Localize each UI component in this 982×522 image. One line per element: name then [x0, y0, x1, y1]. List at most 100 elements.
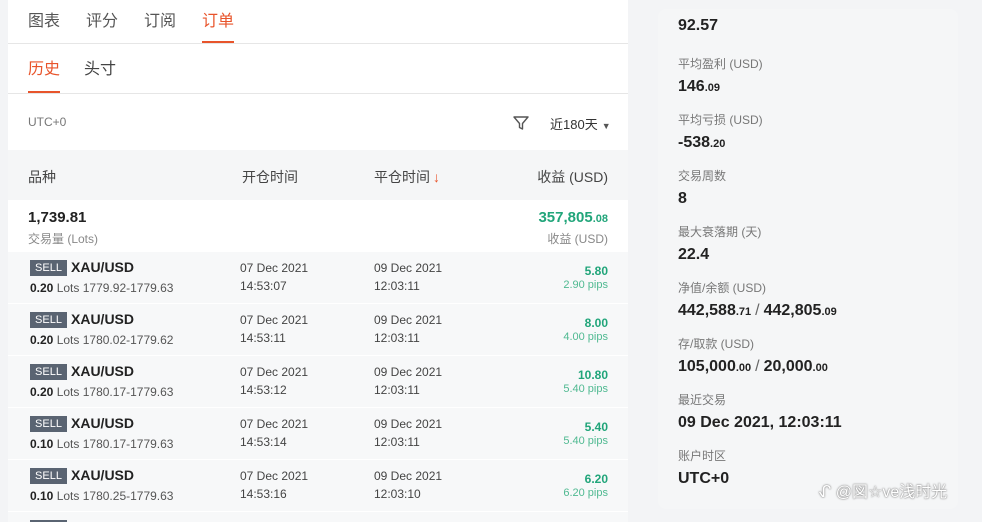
max-drawdown-value: 22.4 — [678, 246, 710, 263]
lots-line: 0.10 Lots 1780.17-1779.63 — [30, 437, 173, 451]
symbol: XAU/USD — [71, 467, 135, 483]
filter-icon[interactable] — [512, 114, 530, 132]
avg-loss-dec: .20 — [710, 138, 726, 150]
pnl: 6.20 — [584, 472, 608, 486]
lots-line: 0.20 Lots 1780.17-1779.63 — [30, 385, 173, 399]
timezone-label: UTC+0 — [28, 115, 67, 129]
table-row[interactable]: SELL XAU/USD 0.20 Lots 1780.02-1779.62 0… — [8, 304, 628, 356]
deposit-withdraw-label: 存/取款 (USD) — [678, 337, 754, 351]
stat-avg-loss: 平均亏损 (USD) -538.20 — [678, 111, 763, 152]
avg-profit-label: 平均盈利 (USD) — [678, 57, 763, 71]
lots-unit: Lots — [56, 333, 80, 347]
pips: 4.00 pips — [563, 331, 608, 343]
top-tab-bar: 图表 评分 订阅 订单 — [8, 0, 628, 44]
sell-badge: SELL — [30, 364, 67, 380]
total-profit-label: 收益 (USD) — [547, 232, 608, 246]
balance-main: 442,805 — [763, 302, 822, 319]
pips: 5.40 pips — [563, 435, 608, 447]
stat-equity-balance: 净值/余额 (USD) 442,588.71/442,805.09 — [678, 279, 837, 320]
close-time: 12:03:11 — [374, 279, 420, 293]
equity-balance-label: 净值/余额 (USD) — [678, 281, 766, 295]
close-time: 12:03:11 — [374, 435, 420, 449]
sell-badge: SELL — [30, 416, 67, 432]
pips: 6.20 pips — [563, 487, 608, 499]
account-tz-value: UTC+0 — [678, 470, 730, 487]
col-profit: 收益 (USD) — [537, 169, 608, 185]
lots-line: 0.20 Lots 1779.92-1779.63 — [30, 281, 173, 295]
lots: 0.10 — [30, 437, 54, 451]
equity-dec: .71 — [735, 306, 752, 318]
total-lots-label: 交易量 (Lots) — [28, 232, 99, 246]
open-time: 14:53:11 — [240, 331, 286, 345]
sort-down-icon: ↓ — [433, 169, 440, 185]
col-close-time-label: 平仓时间 — [374, 169, 430, 185]
col-close-time-sort[interactable]: 平仓时间 ↓ — [374, 167, 440, 187]
lots-unit: Lots — [56, 489, 80, 503]
pnl: 8.00 — [584, 316, 608, 330]
summary-row: 1,739.81 交易量 (Lots) 357,805.08 收益 (USD) — [8, 200, 628, 252]
open-time: 14:53:16 — [240, 487, 287, 501]
total-profit-main: 357,805 — [538, 209, 593, 226]
symbol: XAU/USD — [71, 259, 135, 275]
lots-unit: Lots — [56, 281, 80, 295]
tab-rating[interactable]: 评分 — [86, 7, 118, 43]
open-date: 07 Dec 2021 — [240, 417, 309, 431]
tab-history[interactable]: 历史 — [28, 55, 61, 93]
avg-profit-value: 146.09 — [678, 78, 763, 96]
pnl: 5.80 — [584, 264, 608, 278]
stat-max-drawdown: 最大衰落期 (天) 22.4 — [678, 223, 761, 264]
tab-orders[interactable]: 订单 — [202, 7, 235, 43]
pips: 2.90 pips — [563, 279, 608, 291]
sell-badge: SELL — [30, 468, 67, 484]
price-range: 1779.92-1779.63 — [82, 281, 174, 295]
avg-loss-main: -538 — [678, 134, 711, 151]
avg-profit-main: 146 — [678, 78, 705, 95]
weeks-label: 交易周数 — [678, 169, 727, 183]
close-time: 12:03:11 — [374, 331, 420, 345]
balance-dec: .09 — [821, 306, 837, 318]
table-row[interactable]: SELL XAU/USD 0.20 Lots 1780.17-1779.63 0… — [8, 356, 628, 408]
account-tz-label: 账户时区 — [678, 449, 727, 463]
tab-positions[interactable]: 头寸 — [84, 55, 116, 93]
tab-chart[interactable]: 图表 — [28, 7, 60, 43]
lots-unit: Lots — [56, 437, 80, 451]
pnl: 10.80 — [577, 368, 608, 382]
close-time: 12:03:11 — [374, 383, 420, 397]
symbol: XAU/USD — [71, 311, 135, 327]
table-row-partial[interactable] — [8, 512, 628, 522]
stat-win-rate: 92.57 — [678, 11, 718, 35]
filter-bar: UTC+0 近180天 ▼ — [8, 94, 628, 150]
symbol: XAU/USD — [71, 363, 135, 379]
open-time: 14:53:14 — [240, 435, 287, 449]
deposit-withdraw-value: 105,000.00/20,000.00 — [678, 358, 828, 376]
date-range-label: 近180天 — [550, 117, 598, 132]
open-date: 07 Dec 2021 — [240, 313, 309, 327]
date-range-dropdown[interactable]: 近180天 ▼ — [550, 114, 611, 133]
total-profit-dec: .08 — [592, 213, 608, 225]
table-row[interactable]: SELL XAU/USD 0.10 Lots 1780.17-1779.63 0… — [8, 408, 628, 460]
price-range: 1780.17-1779.63 — [82, 437, 174, 451]
symbol: XAU/USD — [71, 415, 135, 431]
weeks-value: 8 — [678, 190, 687, 207]
lots-unit: Lots — [56, 385, 80, 399]
tab-subscribe[interactable]: 订阅 — [144, 7, 176, 43]
lots: 0.20 — [30, 281, 54, 295]
avg-loss-value: -538.20 — [678, 134, 763, 152]
avg-profit-dec: .09 — [704, 82, 720, 94]
deposit-main: 105,000 — [678, 358, 736, 375]
open-date: 07 Dec 2021 — [240, 261, 309, 275]
close-date: 09 Dec 2021 — [374, 417, 443, 431]
lots: 0.20 — [30, 385, 54, 399]
stat-avg-profit: 平均盈利 (USD) 146.09 — [678, 55, 763, 96]
avg-loss-label: 平均亏损 (USD) — [678, 113, 763, 127]
close-date: 09 Dec 2021 — [374, 313, 443, 327]
equity-balance-sep: / — [755, 302, 760, 319]
table-row[interactable]: SELL XAU/USD 0.10 Lots 1780.25-1779.63 0… — [8, 460, 628, 512]
stat-deposit-withdraw: 存/取款 (USD) 105,000.00/20,000.00 — [678, 335, 828, 376]
col-open-time: 开仓时间 — [242, 169, 298, 185]
deposit-withdraw-sep: / — [755, 358, 760, 375]
open-date: 07 Dec 2021 — [240, 365, 309, 379]
lots-line: 0.10 Lots 1780.25-1779.63 — [30, 489, 173, 503]
total-lots: 1,739.81 — [28, 209, 87, 226]
table-row[interactable]: SELL XAU/USD 0.20 Lots 1779.92-1779.63 0… — [8, 252, 628, 304]
